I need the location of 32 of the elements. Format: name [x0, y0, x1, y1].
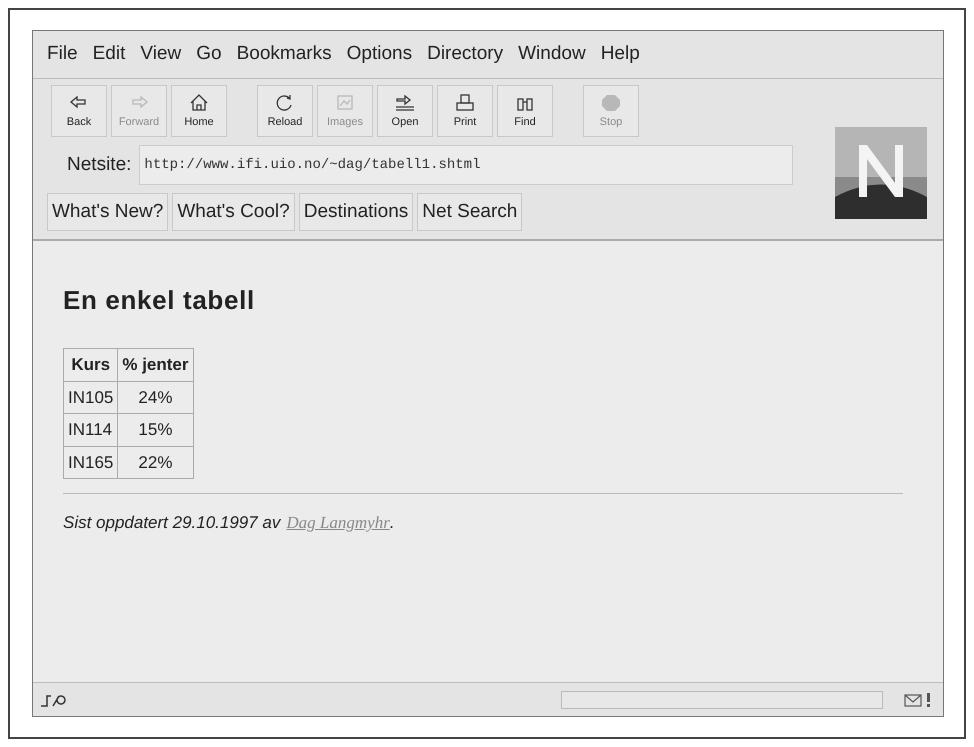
location-label: Netsite:	[67, 152, 132, 177]
table-cell: IN165	[64, 446, 118, 478]
directory-button[interactable]: What's Cool?	[172, 193, 295, 231]
menu-item[interactable]: File	[47, 40, 78, 69]
menu-item[interactable]: View	[140, 40, 182, 69]
toolbar-button[interactable]: Back	[51, 85, 107, 137]
toolbar-button[interactable]: Find	[497, 85, 553, 137]
menu-item[interactable]: Go	[196, 40, 222, 69]
directory-button[interactable]: What's New?	[47, 193, 168, 231]
toolbar-button[interactable]: Home	[171, 85, 227, 137]
menu-item[interactable]: Window	[518, 40, 586, 69]
updated-text: Sist oppdatert 29.10.1997 av	[63, 512, 280, 534]
toolbar-button[interactable]: Open	[377, 85, 433, 137]
column-header: Kurs	[64, 348, 118, 381]
period-text: .	[390, 512, 395, 534]
directory-button[interactable]: Net Search	[417, 193, 522, 231]
toolbar-button[interactable]: Print	[437, 85, 493, 137]
menu-item[interactable]: Edit	[92, 40, 126, 69]
column-header: % jenter	[118, 348, 194, 381]
menu-item[interactable]: Bookmarks	[236, 40, 332, 69]
menu-item[interactable]: Options	[346, 40, 412, 69]
table-cell: IN114	[64, 414, 118, 446]
menu-item[interactable]: Directory	[427, 40, 504, 69]
toolbar-button[interactable]: Reload	[257, 85, 313, 137]
directory-button[interactable]: Destinations	[298, 193, 414, 231]
page-heading: En enkel tabell	[63, 284, 256, 317]
table-cell: 22%	[118, 446, 194, 478]
table-cell: IN105	[64, 381, 118, 414]
table-cell: 24%	[118, 381, 194, 414]
menu-item[interactable]: Help	[600, 40, 640, 69]
table-cell: 15%	[118, 414, 194, 446]
location-field[interactable]: http://www.ifi.uio.no/~dag/tabell1.shtml	[139, 145, 794, 185]
